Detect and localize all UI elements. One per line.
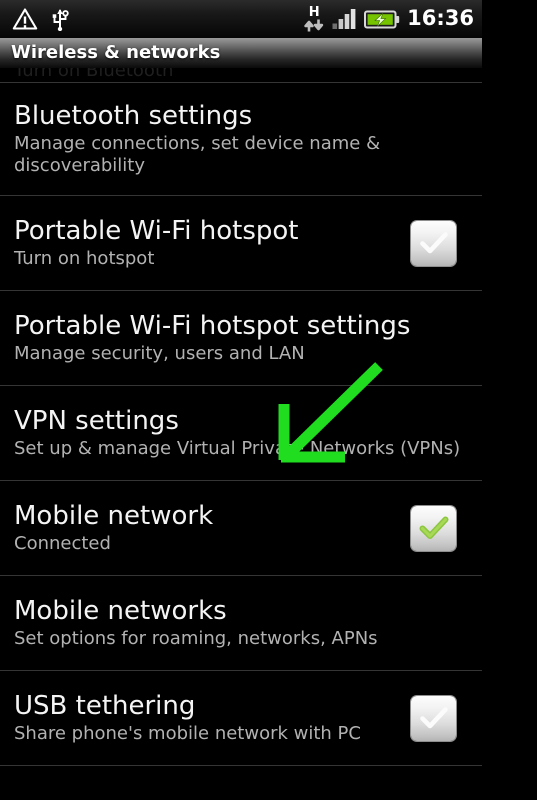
list-item-text: Bluetooth settings Manage connections, s… [14,101,472,177]
status-bar-clock: 16:36 [407,5,474,30]
checkmark-unchecked-icon [419,232,448,254]
list-item-title: USB tethering [14,691,196,721]
list-item-text: Turn on Bluetooth [14,68,472,82]
status-bar[interactable]: H 16:36 [0,0,482,38]
list-item-title: Bluetooth settings [14,101,253,131]
list-item-subtitle: Set up & manage Virtual Private Networks… [14,438,461,459]
list-item-vpn-settings[interactable]: VPN settings Set up & manage Virtual Pri… [0,386,482,481]
list-item-mobile-networks[interactable]: Mobile networks Set options for roaming,… [0,576,482,671]
checkmark-unchecked-icon [419,707,448,729]
list-item-text: VPN settings Set up & manage Virtual Pri… [14,406,472,460]
list-item-text: Portable Wi-Fi hotspot Turn on hotspot [14,216,401,270]
list-item-subtitle: Share phone's mobile network with PC [14,723,361,744]
list-item-subtitle: Manage connections, set device name & di… [14,133,381,176]
list-item-usb-tethering[interactable]: USB tethering Share phone's mobile netwo… [0,671,482,766]
list-item-title: Portable Wi-Fi hotspot [14,216,299,246]
up-down-data-icon [303,19,325,32]
list-item-title: VPN settings [14,406,179,436]
warning-triangle-icon [12,7,38,31]
list-item-clipped-bluetooth[interactable]: Turn on Bluetooth [0,68,482,83]
network-type-label: H [308,4,320,20]
list-item-portable-wifi-hotspot-settings[interactable]: Portable Wi-Fi hotspot settings Manage s… [0,291,482,386]
device-screen-frame: H 16:36 Wireless & networks Turn on Blue… [0,0,537,800]
screen-title-bar: Wireless & networks [0,38,482,68]
page-title: Wireless & networks [11,42,221,63]
usb-icon [50,7,70,31]
signal-bars-icon [332,8,357,30]
list-item-subtitle: Turn on Bluetooth [14,68,174,81]
list-item-title: Mobile network [14,501,214,531]
status-bar-left-icons [12,7,70,31]
list-item-subtitle: Connected [14,533,111,554]
status-bar-right-icons: H 16:36 [303,4,476,32]
checkbox-portable-wifi-hotspot[interactable] [411,220,456,266]
list-item-title: Portable Wi-Fi hotspot settings [14,311,411,341]
list-item-text: Mobile networks Set options for roaming,… [14,596,472,650]
phone-screen: H 16:36 Wireless & networks Turn on Blue… [0,0,482,800]
list-item-portable-wifi-hotspot[interactable]: Portable Wi-Fi hotspot Turn on hotspot [0,196,482,291]
checkbox-usb-tethering[interactable] [411,695,456,741]
data-connection-icon: H [303,4,325,32]
list-item-subtitle: Turn on hotspot [14,248,155,269]
list-item-text: Portable Wi-Fi hotspot settings Manage s… [14,311,472,365]
list-item-bluetooth-settings[interactable]: Bluetooth settings Manage connections, s… [0,83,482,196]
battery-charging-icon [364,9,400,30]
list-item-title: Mobile networks [14,596,227,626]
list-item-text: USB tethering Share phone's mobile netwo… [14,691,401,745]
list-item-subtitle: Set options for roaming, networks, APNs [14,628,378,649]
checkbox-mobile-network[interactable] [411,505,456,551]
settings-list[interactable]: Turn on Bluetooth Bluetooth settings Man… [0,68,482,766]
list-item-subtitle: Manage security, users and LAN [14,343,305,364]
list-item-text: Mobile network Connected [14,501,401,555]
list-item-mobile-network[interactable]: Mobile network Connected [0,481,482,576]
checkmark-checked-icon [419,516,448,539]
